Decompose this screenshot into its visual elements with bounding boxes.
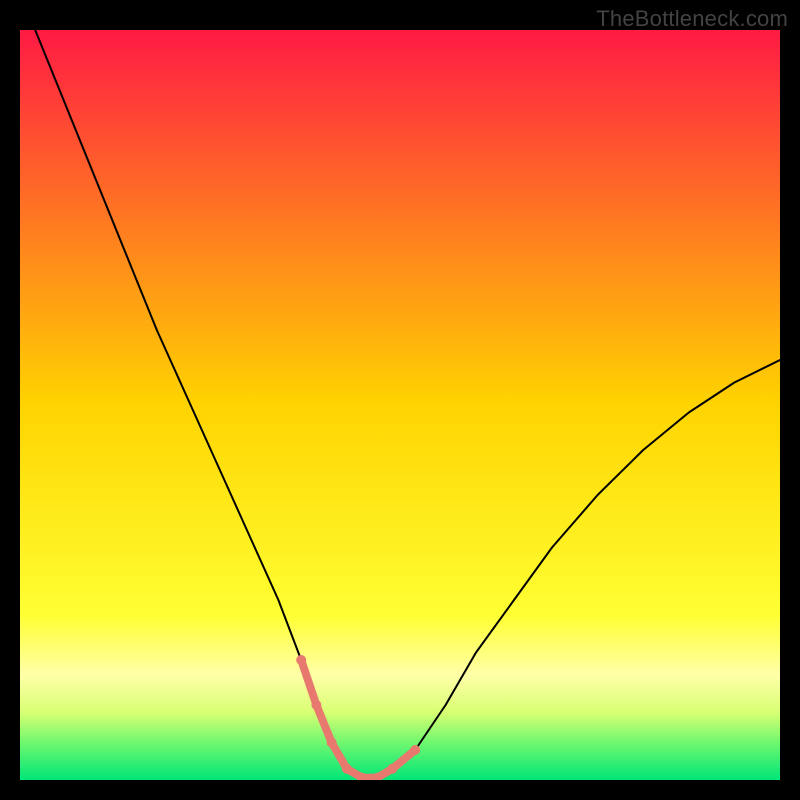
minimum-marker-dot [311, 700, 321, 710]
minimum-marker-dot [342, 764, 352, 774]
minimum-marker-dot [296, 655, 306, 665]
minimum-marker-dot [410, 745, 420, 755]
minimum-marker-dot [387, 764, 397, 774]
chart-frame: TheBottleneck.com [0, 0, 800, 800]
minimum-marker-dot [327, 738, 337, 748]
watermark-label: TheBottleneck.com [596, 6, 788, 32]
chart-background [20, 30, 780, 780]
chart-svg [20, 30, 780, 780]
chart-plot [20, 30, 780, 780]
